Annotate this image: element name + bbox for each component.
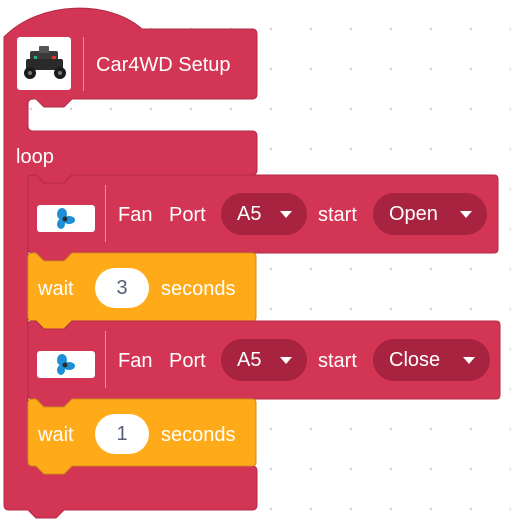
fan-icon (57, 208, 75, 229)
state-dropdown-value: Close (389, 349, 441, 371)
port-dropdown[interactable]: A5 (221, 193, 307, 235)
seconds-label: seconds (161, 424, 236, 446)
port-dropdown[interactable]: A5 (221, 339, 307, 381)
fan-separator (105, 331, 106, 388)
start-label: start (318, 350, 357, 372)
fan-separator (105, 185, 106, 242)
setup-separator (83, 37, 84, 91)
wait-label: wait (38, 278, 74, 300)
chevron-down-icon (463, 357, 475, 364)
fan-label: Fan (118, 204, 153, 226)
port-label: Port (169, 204, 206, 226)
fan-icon (57, 354, 75, 375)
seconds-label: seconds (161, 278, 236, 300)
wait-seconds-input[interactable]: 3 (95, 268, 149, 308)
state-dropdown[interactable]: Open (373, 193, 487, 235)
setup-block-label: Car4WD Setup (96, 54, 231, 76)
block-shapes (3, 7, 501, 519)
chevron-down-icon (460, 211, 472, 218)
chevron-down-icon (280, 357, 292, 364)
script-canvas[interactable]: Car4WD Setup loop Fan Port A5 start Open… (0, 0, 511, 525)
fan-label: Fan (118, 350, 153, 372)
loop-label: loop (16, 146, 54, 168)
robot-car-thumbnail (17, 37, 71, 90)
fan-thumbnail (37, 205, 95, 232)
start-label: start (318, 204, 357, 226)
state-dropdown-value: Open (389, 203, 438, 225)
port-label: Port (169, 350, 206, 372)
chevron-down-icon (280, 211, 292, 218)
robot-car-icon (24, 46, 66, 79)
state-dropdown[interactable]: Close (373, 339, 490, 381)
wait-seconds-input[interactable]: 1 (95, 414, 149, 454)
fan-thumbnail (37, 351, 95, 378)
wait-label: wait (38, 424, 74, 446)
port-dropdown-value: A5 (237, 349, 262, 371)
port-dropdown-value: A5 (237, 203, 262, 225)
